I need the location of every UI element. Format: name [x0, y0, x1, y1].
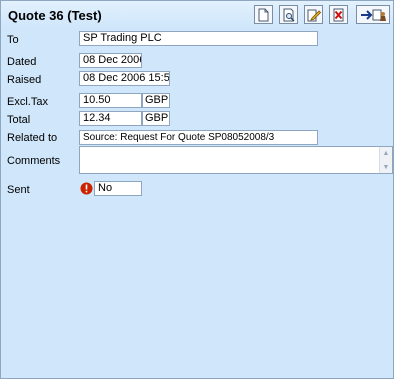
total-currency: GBP: [142, 111, 170, 126]
raised-field[interactable]: 08 Dec 2006 15:53: [79, 71, 170, 86]
delete-icon: [333, 8, 343, 21]
delete-button[interactable]: [329, 5, 348, 24]
dated-field[interactable]: 08 Dec 2006: [79, 53, 142, 68]
scroll-up-arrow-icon[interactable]: ▲: [380, 147, 392, 159]
edit-icon: [307, 9, 321, 21]
panel-header: Quote 36 (Test): [1, 1, 393, 28]
sent-label: Sent: [7, 184, 30, 196]
scroll-down-arrow-icon[interactable]: ▼: [380, 161, 392, 173]
excl-tax-field[interactable]: 10.50: [79, 93, 142, 108]
quote-panel: Quote 36 (Test) To SP Trading PLC Dated …: [0, 0, 394, 379]
edit-button[interactable]: [304, 5, 323, 24]
page-title: Quote 36 (Test): [8, 8, 102, 23]
new-document-button[interactable]: [254, 5, 273, 24]
to-field[interactable]: SP Trading PLC: [79, 31, 318, 46]
total-field[interactable]: 12.34: [79, 111, 142, 126]
new-document-icon: [258, 8, 269, 21]
total-label: Total: [7, 114, 31, 126]
raised-label: Raised: [7, 74, 42, 86]
to-label: To: [7, 34, 19, 46]
comments-textarea[interactable]: ▲ ▼: [79, 146, 393, 174]
dated-label: Dated: [7, 56, 37, 68]
related-to-field[interactable]: Source: Request For Quote SP08052008/3: [79, 130, 318, 145]
print-preview-button[interactable]: [279, 5, 298, 24]
warning-icon: [80, 182, 93, 195]
excl-tax-currency: GBP: [142, 93, 170, 108]
excl-tax-label: Excl.Tax: [7, 96, 48, 108]
sent-field[interactable]: No: [94, 181, 142, 196]
comments-label: Comments: [7, 155, 61, 167]
print-preview-icon: [283, 8, 295, 22]
comments-scrollbar[interactable]: ▲ ▼: [379, 147, 392, 173]
related-to-label: Related to: [7, 132, 58, 144]
exit-button[interactable]: [356, 5, 390, 24]
exit-icon: [361, 9, 386, 21]
